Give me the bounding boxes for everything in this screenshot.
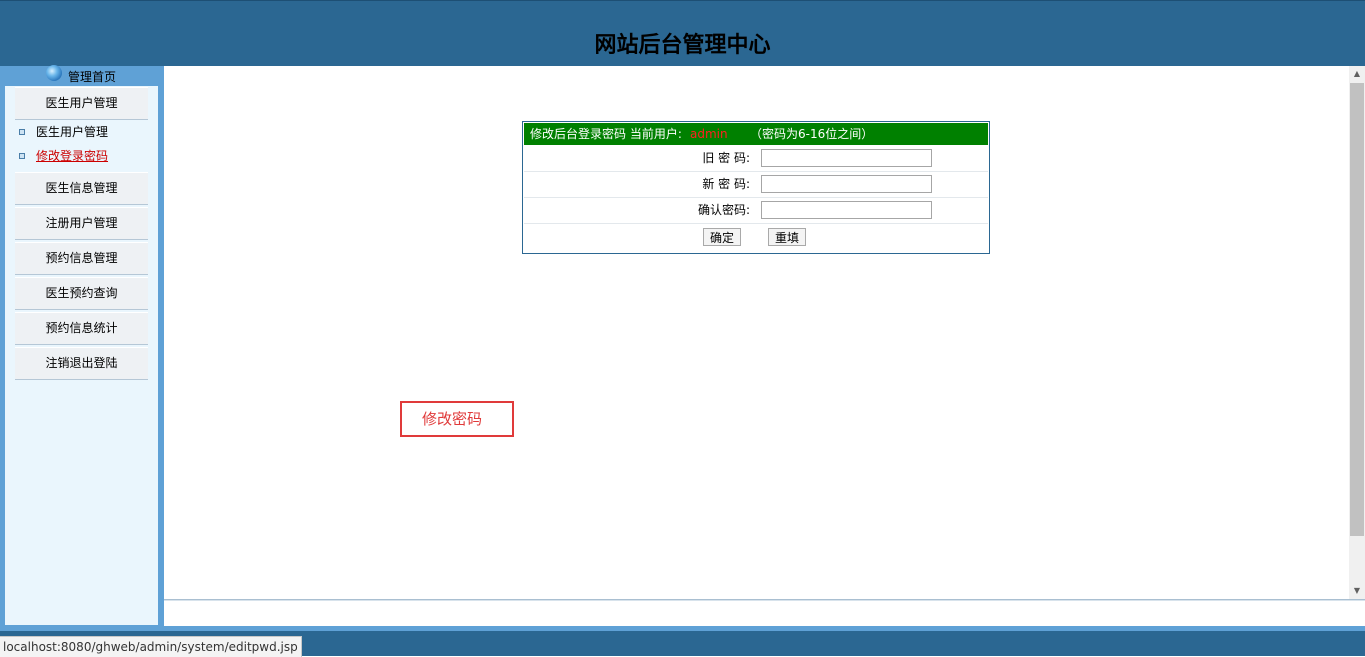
header: 网站后台管理中心 bbox=[0, 0, 1365, 67]
submit-button[interactable]: 确定 bbox=[703, 228, 742, 246]
confirm-password-row: 确认密码: bbox=[524, 198, 988, 224]
confirm-password-input[interactable] bbox=[761, 201, 932, 219]
new-password-input[interactable] bbox=[761, 175, 932, 193]
reset-button[interactable]: 重填 bbox=[768, 228, 807, 246]
password-hint: （密码为6-16位之间） bbox=[750, 127, 874, 141]
sidebar-item-change-password[interactable]: 修改登录密码 bbox=[19, 147, 108, 165]
new-password-label: 新 密 码: bbox=[702, 177, 750, 191]
change-password-form: 修改后台登录密码 当前用户: admin （密码为6-16位之间） 旧 密 码:… bbox=[522, 121, 990, 254]
scroll-up-arrow-icon[interactable]: ▲ bbox=[1349, 66, 1365, 82]
menu-section-registered-user[interactable]: 注册用户管理 bbox=[15, 207, 148, 240]
old-password-row: 旧 密 码: bbox=[524, 146, 988, 172]
form-heading: 修改后台登录密码 当前用户: bbox=[530, 127, 682, 141]
current-user: admin bbox=[690, 127, 728, 141]
bullet-icon bbox=[19, 129, 25, 135]
menu-section-appointment-stats[interactable]: 预约信息统计 bbox=[15, 312, 148, 345]
menu-section-appointment-info[interactable]: 预约信息管理 bbox=[15, 242, 148, 275]
browser-status-url: localhost:8080/ghweb/admin/system/editpw… bbox=[0, 636, 302, 657]
new-password-row: 新 密 码: bbox=[524, 172, 988, 198]
sidebar-item-doctor-user-manage[interactable]: 医生用户管理 bbox=[19, 123, 108, 141]
sidebar-item-label: 医生用户管理 bbox=[36, 125, 109, 139]
sidebar-item-label: 修改登录密码 bbox=[36, 149, 109, 163]
scroll-down-arrow-icon[interactable]: ▼ bbox=[1349, 583, 1365, 599]
old-password-label: 旧 密 码: bbox=[702, 151, 750, 165]
menu-section-doctor-user[interactable]: 医生用户管理 bbox=[15, 87, 148, 120]
old-password-input[interactable] bbox=[761, 149, 932, 167]
menu-section-logout[interactable]: 注销退出登陆 bbox=[15, 347, 148, 380]
annotation-callout: 修改密码 bbox=[400, 401, 514, 437]
vertical-scrollbar[interactable]: ▲ ▼ bbox=[1349, 66, 1365, 599]
globe-icon bbox=[46, 65, 62, 81]
scrollbar-thumb[interactable] bbox=[1350, 83, 1364, 536]
sidebar: 医生用户管理 医生用户管理 修改登录密码 医生信息管理 注册用户管理 预约信息管… bbox=[5, 86, 158, 625]
bullet-icon bbox=[19, 153, 25, 159]
confirm-password-label: 确认密码: bbox=[697, 203, 750, 217]
page-title: 网站后台管理中心 bbox=[594, 33, 771, 58]
form-header: 修改后台登录密码 当前用户: admin （密码为6-16位之间） bbox=[524, 123, 988, 145]
content-bottom-strip bbox=[164, 600, 1365, 627]
sidebar-home-link[interactable]: 管理首页 bbox=[46, 65, 156, 86]
menu-section-doctor-appointment-query[interactable]: 医生预约查询 bbox=[15, 277, 148, 310]
menu-section-doctor-info[interactable]: 医生信息管理 bbox=[15, 172, 148, 205]
sidebar-home-label: 管理首页 bbox=[68, 69, 117, 84]
